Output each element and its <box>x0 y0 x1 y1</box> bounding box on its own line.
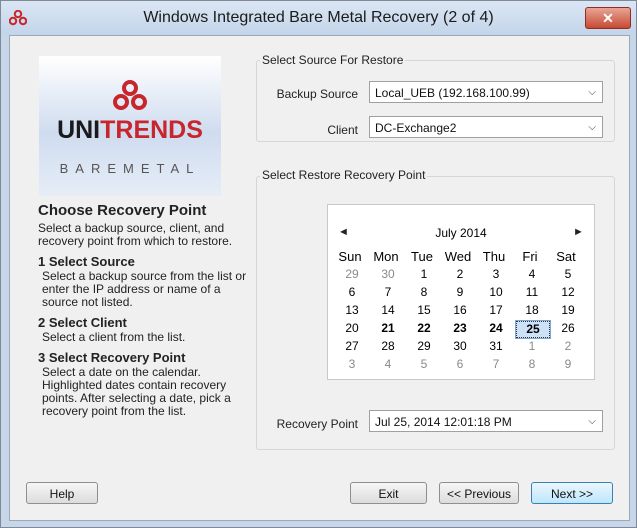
calendar-day[interactable]: 22 <box>408 321 440 336</box>
step-text: Select a backup source from the list or … <box>42 269 247 309</box>
calendar-day[interactable]: 4 <box>372 357 404 372</box>
calendar-day[interactable]: 11 <box>516 285 548 300</box>
calendar-day[interactable]: 14 <box>372 303 404 318</box>
calendar-day[interactable]: 31 <box>480 339 512 354</box>
previous-button[interactable]: << Previous <box>439 482 519 504</box>
calendar-day[interactable]: 16 <box>444 303 476 318</box>
calendar-day[interactable]: 9 <box>552 357 584 372</box>
chevron-down-icon: ⌵ <box>588 122 596 133</box>
calendar-day[interactable]: 6 <box>444 357 476 372</box>
step-title: 3 Select Recovery Point <box>38 350 186 365</box>
step-text: Select a date on the calendar. Highlight… <box>42 365 231 418</box>
calendar-day[interactable]: 8 <box>516 357 548 372</box>
calendar-day[interactable]: 3 <box>336 357 368 372</box>
window-title: Windows Integrated Bare Metal Recovery (… <box>143 9 494 26</box>
calendar-day[interactable]: 7 <box>480 357 512 372</box>
brand-name: UNITRENDS <box>57 116 203 144</box>
calendar-day[interactable]: 15 <box>408 303 440 318</box>
unitrends-rings-icon <box>113 80 147 110</box>
unitrends-logo: UNITRENDS BAREMETAL <box>39 56 221 196</box>
calendar-day[interactable]: 23 <box>444 321 476 336</box>
calendar-day[interactable]: 17 <box>480 303 512 318</box>
chevron-down-icon: ⌵ <box>588 416 596 427</box>
recovery-point-select[interactable]: Jul 25, 2014 12:01:18 PM ⌵ <box>369 410 603 432</box>
calendar-day[interactable]: 13 <box>336 303 368 318</box>
calendar-day[interactable]: 20 <box>336 321 368 336</box>
step-title: 1 Select Source <box>38 254 135 269</box>
weekday-header: Sat <box>556 249 576 264</box>
calendar-day[interactable]: 30 <box>372 267 404 282</box>
calendar-day[interactable]: 6 <box>336 285 368 300</box>
dialog-body: UNITRENDS BAREMETAL Choose Recovery Poin… <box>9 35 630 521</box>
brand-subtitle: BAREMETAL <box>59 161 201 176</box>
window: Windows Integrated Bare Metal Recovery (… <box>0 0 637 528</box>
help-intro: Select a backup source, client, and reco… <box>38 221 233 248</box>
calendar-day[interactable]: 2 <box>444 267 476 282</box>
calendar-day[interactable]: 24 <box>480 321 512 336</box>
client-select[interactable]: DC-Exchange2 ⌵ <box>369 116 603 138</box>
calendar-day[interactable]: 30 <box>444 339 476 354</box>
calendar-day[interactable]: 9 <box>444 285 476 300</box>
backup-source-label: Backup Source <box>276 87 358 101</box>
exit-button[interactable]: Exit <box>350 482 427 504</box>
calendar-day[interactable]: 7 <box>372 285 404 300</box>
calendar-day[interactable]: 29 <box>336 267 368 282</box>
help-heading: Choose Recovery Point <box>38 202 207 219</box>
weekday-header: Thu <box>482 249 506 264</box>
calendar-day[interactable]: 27 <box>336 339 368 354</box>
help-button[interactable]: Help <box>26 482 98 504</box>
calendar-day[interactable]: 29 <box>408 339 440 354</box>
next-button[interactable]: Next >> <box>531 482 613 504</box>
calendar-day[interactable]: 1 <box>516 339 548 354</box>
help-panel: Choose Recovery Point Select a backup so… <box>38 202 248 418</box>
calendar-day-selected[interactable]: 25 <box>515 320 551 339</box>
calendar-day[interactable]: 8 <box>408 285 440 300</box>
calendar-day[interactable]: 28 <box>372 339 404 354</box>
restore-group-label: Select Restore Recovery Point <box>260 168 428 182</box>
weekday-header: Fri <box>522 249 538 264</box>
step-title: 2 Select Client <box>38 315 127 330</box>
close-button[interactable]: ✕ <box>585 7 631 29</box>
backup-source-select[interactable]: Local_UEB (192.168.100.99) ⌵ <box>369 81 603 103</box>
calendar-day[interactable]: 12 <box>552 285 584 300</box>
calendar-day[interactable]: 1 <box>408 267 440 282</box>
weekday-header: Sun <box>338 249 362 264</box>
calendar-day[interactable]: 10 <box>480 285 512 300</box>
calendar-day[interactable]: 26 <box>552 321 584 336</box>
calendar-day[interactable]: 2 <box>552 339 584 354</box>
calendar: ◄ July 2014 ► Sun Mon Tue Wed Thu Fri Sat 29 30 1… <box>327 204 595 380</box>
client-value: DC-Exchange2 <box>375 121 457 135</box>
calendar-day[interactable]: 4 <box>516 267 548 282</box>
weekday-header: Wed <box>444 249 472 264</box>
calendar-day[interactable]: 18 <box>516 303 548 318</box>
calendar-day[interactable]: 19 <box>552 303 584 318</box>
calendar-day[interactable]: 5 <box>552 267 584 282</box>
recovery-point-value: Jul 25, 2014 12:01:18 PM <box>375 415 512 429</box>
backup-source-value: Local_UEB (192.168.100.99) <box>375 86 530 100</box>
recovery-point-label: Recovery Point <box>276 417 358 431</box>
source-group-label: Select Source For Restore <box>260 53 406 67</box>
close-icon: ✕ <box>602 10 614 26</box>
next-month-button[interactable]: ► <box>573 226 584 238</box>
calendar-month-title[interactable]: July 2014 <box>328 226 594 240</box>
weekday-header: Mon <box>373 249 399 264</box>
calendar-day[interactable]: 21 <box>372 321 404 336</box>
chevron-down-icon: ⌵ <box>588 87 596 98</box>
weekday-header: Tue <box>411 249 433 264</box>
client-label: Client <box>327 123 358 137</box>
calendar-day[interactable]: 3 <box>480 267 512 282</box>
title-bar: Windows Integrated Bare Metal Recovery (… <box>1 1 636 35</box>
calendar-day[interactable]: 5 <box>408 357 440 372</box>
step-text: Select a client from the list. <box>42 330 186 344</box>
